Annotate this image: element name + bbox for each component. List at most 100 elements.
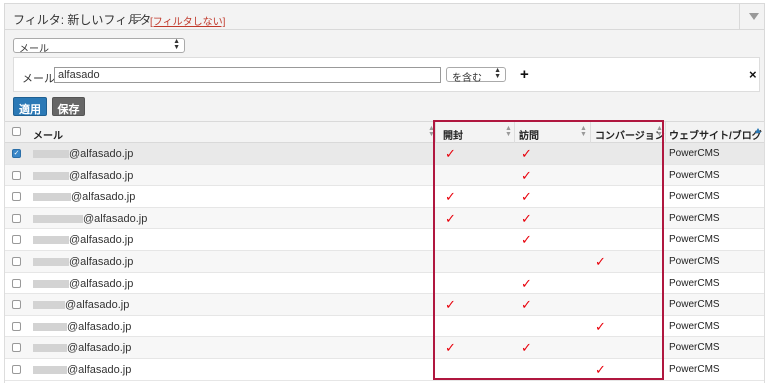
remove-condition-button[interactable]: × (749, 67, 757, 82)
row-checkbox[interactable] (12, 365, 21, 374)
sort-icon[interactable]: ▲ ▼ (580, 125, 587, 138)
select-arrows-icon: ▲ ▼ (173, 38, 180, 51)
email-redaction (33, 322, 67, 331)
apply-button[interactable]: 適用 (13, 97, 47, 116)
row-checkbox[interactable]: ✓ (12, 149, 21, 158)
row-checkbox[interactable] (12, 235, 21, 245)
email-address[interactable]: @alfasado.jp (71, 191, 135, 203)
site-name: PowerCMS (669, 299, 720, 311)
site-name: PowerCMS (669, 212, 720, 224)
header-visit[interactable]: 訪問 (519, 127, 539, 142)
visit-check-icon: ✓ (521, 146, 532, 161)
conversion-check-icon: ✓ (595, 362, 606, 377)
email-address[interactable]: @alfasado.jp (67, 321, 131, 333)
row-checkbox[interactable] (12, 300, 21, 310)
table-row[interactable]: @alfasado.jp ✓ ✓ PowerCMS (5, 337, 764, 359)
table-row[interactable]: @alfasado.jp ✓ PowerCMS (5, 164, 764, 187)
email-address[interactable]: @alfasado.jp (83, 213, 147, 225)
table-row[interactable]: @alfasado.jp ✓ ✓ PowerCMS (5, 294, 764, 316)
table-row[interactable]: @alfasado.jp ✓ ✓ PowerCMS (5, 186, 764, 208)
row-checkbox[interactable] (12, 192, 21, 202)
header-conversion[interactable]: コンバージョン (595, 127, 665, 142)
condition-row: メール が alfasado を含む ▲ ▼ + × (13, 57, 760, 92)
site-name: PowerCMS (669, 234, 720, 246)
site-name: PowerCMS (669, 148, 720, 159)
field-select-value: メール (19, 44, 49, 55)
sort-ascending-icon[interactable] (755, 128, 761, 133)
table-row[interactable]: @alfasado.jp ✓ ✓ PowerCMS (5, 207, 764, 230)
visit-check-icon: ✓ (521, 167, 532, 183)
site-name: PowerCMS (669, 169, 720, 181)
email-redaction (33, 258, 69, 266)
condition-input[interactable]: alfasado (54, 67, 441, 83)
row-checkbox[interactable] (12, 321, 21, 331)
email-redaction (33, 171, 69, 180)
subscriber-table: メール ▲ ▼ 開封 ▲ ▼ 訪問 ▲ ▼ コンバージョン ▲ ▼ ウェブサイト/ブログ… (4, 121, 765, 383)
operator-value: を含む (452, 73, 482, 84)
email-address[interactable]: @alfasado.jp (65, 299, 129, 311)
save-button[interactable]: 保存 (52, 97, 85, 116)
table-row[interactable]: @alfasado.jp ✓ PowerCMS (5, 273, 764, 295)
no-filter-link[interactable]: [フィルタしない] (150, 13, 225, 28)
header-email[interactable]: メール (33, 127, 63, 142)
table-row[interactable]: @alfasado.jp ✓ PowerCMS (5, 359, 764, 381)
table-row[interactable]: @alfasado.jp ✓ PowerCMS (5, 229, 764, 251)
visit-check-icon: ✓ (521, 340, 532, 356)
visit-check-icon: ✓ (521, 275, 532, 291)
table-row[interactable]: @alfasado.jp ✓ PowerCMS (5, 251, 764, 273)
divider (590, 122, 591, 143)
conversion-check-icon: ✓ (595, 254, 606, 269)
header-open[interactable]: 開封 (443, 127, 463, 142)
email-redaction (33, 214, 83, 223)
row-checkbox[interactable] (12, 170, 21, 180)
row-checkbox[interactable] (12, 257, 21, 266)
select-all-checkbox[interactable] (12, 127, 21, 136)
divider (665, 122, 666, 143)
site-name: PowerCMS (669, 342, 720, 354)
table-header: メール ▲ ▼ 開封 ▲ ▼ 訪問 ▲ ▼ コンバージョン ▲ ▼ ウェブサイト/ブログ (5, 121, 764, 143)
email-address[interactable]: @alfasado.jp (69, 170, 133, 182)
field-select[interactable]: メール ▲ ▼ (13, 38, 185, 55)
table-row[interactable]: ✓ @alfasado.jp ✓ ✓ PowerCMS (5, 143, 764, 165)
site-name: PowerCMS (669, 191, 720, 203)
site-name: PowerCMS (669, 277, 720, 289)
row-checkbox[interactable] (12, 278, 21, 288)
sort-icon[interactable]: ▲ ▼ (656, 125, 663, 138)
divider (739, 4, 740, 29)
header-site[interactable]: ウェブサイト/ブログ (669, 127, 762, 142)
divider (435, 122, 436, 143)
open-check-icon: ✓ (445, 297, 456, 313)
email-redaction (33, 301, 65, 310)
conversion-check-icon: ✓ (595, 318, 606, 334)
visit-check-icon: ✓ (521, 297, 532, 313)
email-redaction (33, 193, 71, 202)
site-name: PowerCMS (669, 256, 720, 267)
email-address[interactable]: @alfasado.jp (67, 342, 131, 354)
select-arrows-icon: ▲ ▼ (494, 67, 501, 80)
sort-icon[interactable]: ▲ ▼ (505, 125, 512, 138)
email-redaction (33, 150, 69, 158)
collapse-triangle-icon[interactable] (749, 13, 759, 20)
row-checkbox[interactable] (12, 213, 21, 223)
visit-check-icon: ✓ (521, 210, 532, 226)
sort-icon[interactable]: ▲ ▼ (428, 125, 435, 138)
open-check-icon: ✓ (445, 340, 456, 356)
list-icon[interactable] (131, 14, 141, 23)
visit-check-icon: ✓ (521, 232, 532, 248)
open-check-icon: ✓ (445, 210, 456, 226)
filter-header: フィルタ: 新しいフィルタ [フィルタしない] (4, 3, 765, 30)
email-redaction (33, 344, 67, 353)
email-redaction (33, 236, 69, 245)
open-check-icon: ✓ (445, 189, 456, 205)
email-address[interactable]: @alfasado.jp (69, 256, 133, 268)
site-name: PowerCMS (669, 320, 720, 332)
operator-select[interactable]: を含む ▲ ▼ (446, 67, 506, 84)
divider (514, 122, 515, 143)
row-checkbox[interactable] (12, 343, 21, 353)
email-address[interactable]: @alfasado.jp (67, 364, 131, 376)
table-row[interactable]: @alfasado.jp ✓ PowerCMS (5, 316, 764, 338)
email-address[interactable]: @alfasado.jp (69, 148, 133, 160)
add-condition-button[interactable]: + (520, 66, 529, 83)
email-address[interactable]: @alfasado.jp (69, 234, 133, 246)
email-address[interactable]: @alfasado.jp (69, 278, 133, 290)
